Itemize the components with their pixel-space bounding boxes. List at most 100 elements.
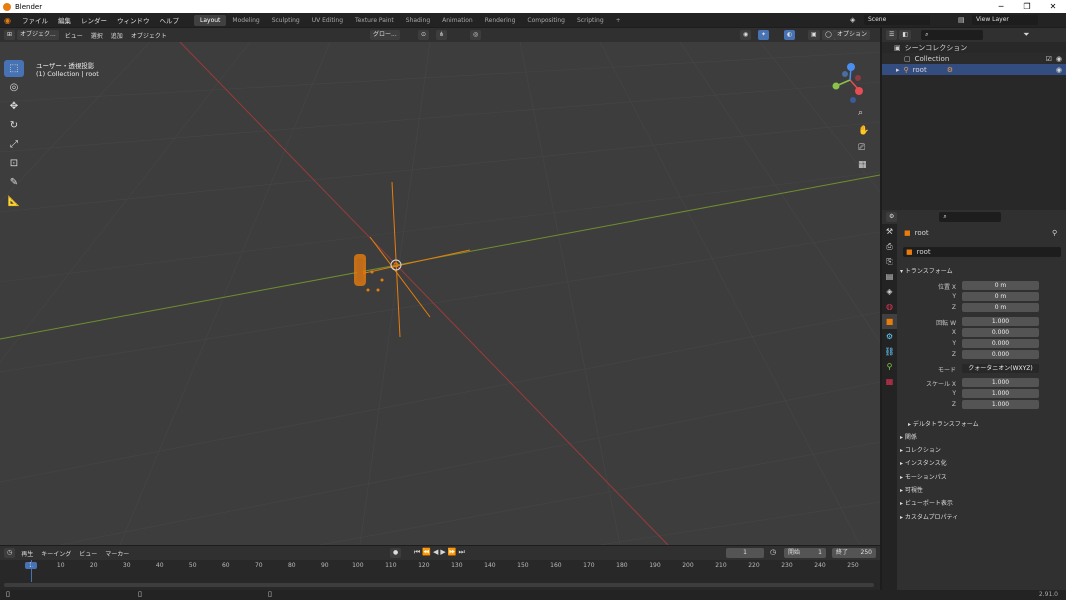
scale-tool-icon[interactable]: ⤢ bbox=[4, 136, 24, 153]
perspective-grid-icon[interactable]: ▦ bbox=[858, 160, 867, 170]
restore-button[interactable]: ❐ bbox=[1014, 0, 1040, 13]
close-button[interactable]: ✕ bbox=[1040, 0, 1066, 13]
pivot-icon[interactable]: ⊙ bbox=[418, 30, 430, 40]
rotation-z-field[interactable]: 0.000 bbox=[962, 350, 1039, 359]
view-layer-tab-icon[interactable]: ▤ bbox=[882, 269, 897, 284]
section-relations[interactable]: ▸ 関係 bbox=[900, 432, 917, 441]
scale-x-field[interactable]: 1.000 bbox=[962, 378, 1039, 387]
menu-window[interactable]: ウィンドウ bbox=[112, 15, 155, 25]
proportional-edit-icon[interactable]: ◎ bbox=[470, 30, 482, 40]
display-mode-icon[interactable]: ◧ bbox=[899, 30, 912, 40]
menu-file[interactable]: ファイル bbox=[17, 15, 53, 25]
orientation-selector[interactable]: グロー... bbox=[370, 30, 400, 40]
mode-selector[interactable]: オブジェク... bbox=[17, 30, 59, 40]
menu-timeline-view[interactable]: ビュー bbox=[75, 549, 101, 558]
add-workspace-button[interactable]: + bbox=[610, 15, 627, 26]
eye-icon[interactable]: ◉ bbox=[1056, 66, 1062, 74]
rotation-y-field[interactable]: 0.000 bbox=[962, 339, 1039, 348]
eye-icon[interactable]: ◉ bbox=[1056, 55, 1062, 63]
timeline-area[interactable]: 1102030405060708090100110120130140150160… bbox=[0, 560, 880, 590]
section-instancing[interactable]: ▸ インスタンス化 bbox=[900, 458, 947, 467]
snap-icon[interactable]: ⋔ bbox=[436, 30, 448, 40]
minimize-button[interactable]: ─ bbox=[988, 0, 1014, 13]
menu-help[interactable]: ヘルプ bbox=[155, 15, 185, 25]
object-data-field[interactable]: ■ root bbox=[903, 247, 1061, 257]
wireframe-shading-icon[interactable]: ◯ bbox=[822, 30, 835, 40]
world-tab-icon[interactable]: ◍ bbox=[886, 302, 893, 311]
section-collections[interactable]: ▸ コレクション bbox=[900, 445, 941, 454]
move-tool-icon[interactable]: ✥ bbox=[4, 98, 24, 115]
annotate-tool-icon[interactable]: ✎ bbox=[4, 174, 24, 191]
timeline-editor-icon[interactable]: ◷ bbox=[4, 548, 16, 558]
tab-shading[interactable]: Shading bbox=[400, 15, 436, 26]
cursor-tool-icon[interactable]: ◎ bbox=[4, 79, 24, 96]
visibility-icon[interactable]: ◉ bbox=[740, 30, 752, 40]
tab-scripting[interactable]: Scripting bbox=[571, 15, 610, 26]
checkbox-icon[interactable]: ☑ bbox=[1046, 55, 1052, 63]
timeline-scrollbar[interactable] bbox=[4, 583, 874, 587]
properties-editor-icon[interactable]: ⚙ bbox=[886, 212, 898, 222]
select-box-tool-icon[interactable]: ⬚ bbox=[4, 60, 24, 77]
start-frame-field[interactable]: 開始 1 bbox=[784, 548, 826, 558]
output-tab-icon[interactable]: ⎘ bbox=[882, 254, 897, 269]
menu-object[interactable]: オブジェクト bbox=[127, 31, 171, 40]
rotation-w-field[interactable]: 1.000 bbox=[962, 317, 1039, 326]
section-viewport-display[interactable]: ▸ ビューポート表示 bbox=[900, 498, 953, 507]
tab-modeling[interactable]: Modeling bbox=[226, 15, 265, 26]
tab-rendering[interactable]: Rendering bbox=[479, 15, 522, 26]
tab-uv-editing[interactable]: UV Editing bbox=[306, 15, 349, 26]
menu-render[interactable]: レンダー bbox=[76, 15, 112, 25]
menu-marker[interactable]: マーカー bbox=[101, 549, 133, 558]
location-z-field[interactable]: 0 m bbox=[962, 303, 1039, 312]
tree-row-scene-collection[interactable]: ▣ シーンコレクション bbox=[882, 42, 1066, 53]
scene-selector[interactable]: Scene bbox=[864, 15, 930, 25]
section-visibility[interactable]: ▸ 可視性 bbox=[900, 485, 923, 494]
editor-type-icon[interactable]: ⊞ bbox=[4, 30, 16, 40]
current-frame-field[interactable]: 1 bbox=[726, 548, 764, 558]
zoom-icon[interactable]: ⌕ bbox=[858, 108, 863, 118]
menu-playback[interactable]: 再生 bbox=[17, 549, 37, 558]
constraint-tab-icon[interactable]: ⛓ bbox=[882, 344, 897, 359]
gizmo-icon[interactable]: ✦ bbox=[758, 30, 770, 40]
location-x-field[interactable]: 0 m bbox=[962, 281, 1039, 290]
location-y-field[interactable]: 0 m bbox=[962, 292, 1039, 301]
options-dropdown[interactable]: オプション bbox=[834, 30, 871, 40]
delta-transform-header[interactable]: ▸ デルタトランスフォーム bbox=[908, 419, 979, 428]
blender-menu-icon[interactable]: ◉ bbox=[4, 16, 14, 25]
object-tab-icon[interactable]: ■ bbox=[882, 314, 897, 329]
tree-row-root[interactable]: ▸ ⚲ root ⚙ ◉ bbox=[882, 64, 1066, 75]
tree-row-collection[interactable]: ▢ Collection ☑ ◉ bbox=[882, 53, 1066, 64]
tab-compositing[interactable]: Compositing bbox=[521, 15, 571, 26]
section-motion-paths[interactable]: ▸ モーションパス bbox=[900, 472, 947, 481]
filter-icon[interactable]: ⏷ bbox=[1023, 30, 1029, 40]
scene-tab-icon[interactable]: ◈ bbox=[882, 284, 897, 299]
menu-select[interactable]: 選択 bbox=[87, 31, 107, 40]
pin-icon[interactable]: ⚲ bbox=[1052, 229, 1057, 237]
transform-panel-header[interactable]: ▾ トランスフォーム bbox=[900, 266, 953, 275]
transform-tool-icon[interactable]: ⊡ bbox=[4, 155, 24, 172]
data-tab-icon[interactable]: ⚲ bbox=[882, 359, 897, 374]
scale-z-field[interactable]: 1.000 bbox=[962, 400, 1039, 409]
frame-ruler[interactable]: 1102030405060708090100110120130140150160… bbox=[0, 562, 880, 572]
render-tab-icon[interactable]: ⎙ bbox=[882, 239, 897, 254]
menu-view[interactable]: ビュー bbox=[61, 31, 87, 40]
texture-tab-icon[interactable]: ▦ bbox=[882, 374, 897, 389]
playhead[interactable] bbox=[31, 560, 32, 582]
tab-sculpting[interactable]: Sculpting bbox=[266, 15, 306, 26]
navigation-gizmo[interactable] bbox=[828, 62, 868, 106]
record-icon[interactable]: ● bbox=[390, 548, 402, 558]
measure-tool-icon[interactable]: 📐 bbox=[4, 193, 24, 210]
modifier-tab-icon[interactable]: ⚙ bbox=[882, 329, 897, 344]
expand-arrow-icon[interactable]: ▸ bbox=[896, 66, 900, 74]
tool-tab-icon[interactable]: ⚒ bbox=[882, 224, 897, 239]
menu-edit[interactable]: 編集 bbox=[53, 15, 76, 25]
overlay-icon[interactable]: ◐ bbox=[784, 30, 796, 40]
end-frame-field[interactable]: 終了 250 bbox=[832, 548, 876, 558]
3d-viewport[interactable]: ユーザー・透視投影 (1) Collection | root ⌕ ✋ ⎚ ▦ bbox=[0, 42, 880, 545]
outliner-editor-icon[interactable]: ☰ bbox=[886, 30, 898, 40]
menu-add[interactable]: 追加 bbox=[107, 31, 127, 40]
outliner-search-input[interactable]: ⌕ bbox=[921, 30, 984, 40]
view-layer-selector[interactable]: View Layer bbox=[972, 15, 1038, 25]
tab-layout[interactable]: Layout bbox=[194, 14, 227, 26]
pan-icon[interactable]: ✋ bbox=[858, 126, 869, 136]
